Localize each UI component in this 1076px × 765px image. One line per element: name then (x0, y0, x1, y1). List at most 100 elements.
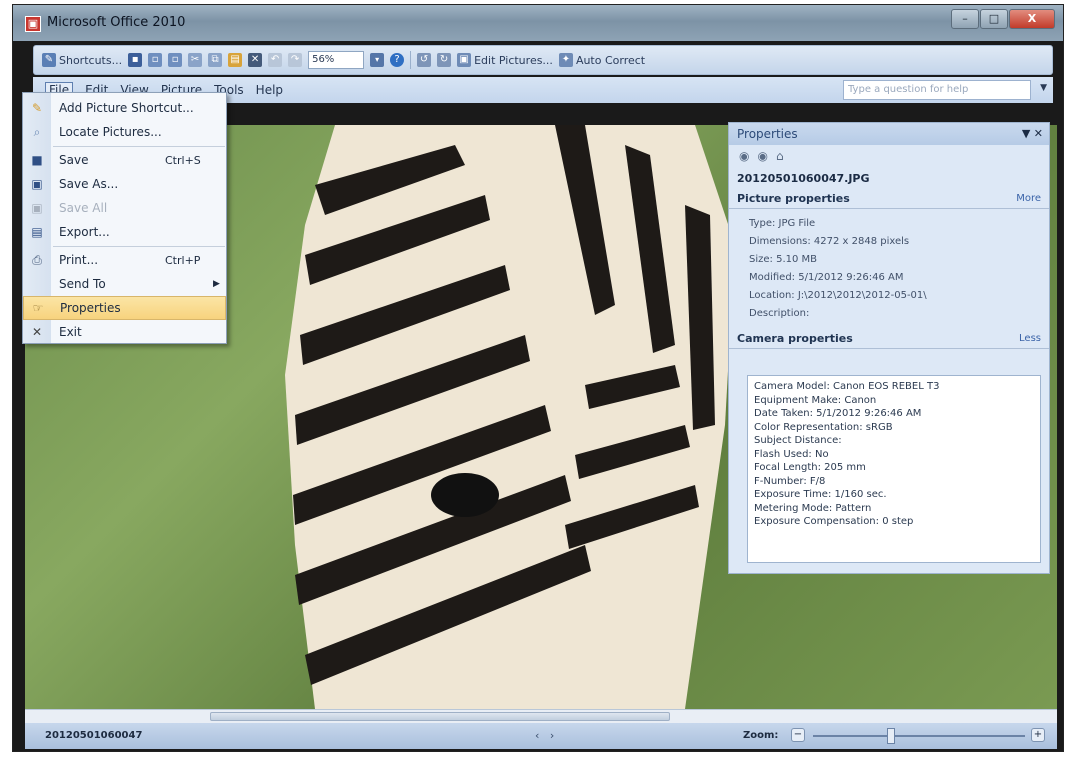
rotate-left-icon[interactable]: ↺ (417, 53, 432, 67)
help-search-input[interactable]: Type a question for help (843, 80, 1031, 100)
export-icon[interactable]: ▫ (168, 53, 183, 67)
camera-property-row: Exposure Time: 1/160 sec. (754, 489, 887, 500)
properties-pane: Properties ▼ ✕ ◉ ◉ ⌂ 20120501060047.JPG … (728, 122, 1050, 574)
menu-help[interactable]: Help (256, 83, 283, 97)
property-row: Modified: 5/1/2012 9:26:46 AM (749, 272, 904, 283)
export-icon: ▤ (31, 225, 43, 239)
print-icon: ⎙ (32, 253, 42, 267)
shortcuts-button[interactable]: ✎ Shortcuts... (42, 53, 122, 67)
camera-property-row: Date Taken: 5/1/2012 9:26:46 AM (754, 408, 922, 419)
edit-pictures-button[interactable]: ▣ Edit Pictures... (457, 53, 553, 67)
cut-icon[interactable]: ✂ (188, 53, 203, 67)
toolbar-separator (410, 51, 412, 69)
save-all-icon: ▣ (31, 201, 43, 215)
zoom-select[interactable]: 56% (308, 51, 365, 69)
zoom-in-button[interactable]: + (1031, 728, 1045, 742)
menu-locate-pictures[interactable]: ⌕ Locate Pictures... (23, 120, 226, 144)
forward-icon[interactable]: ◉ (757, 149, 767, 163)
more-link[interactable]: More (1016, 189, 1041, 209)
help-icon[interactable]: ? (390, 53, 405, 67)
navigation-arrows[interactable]: ‹ › (535, 729, 554, 742)
less-link[interactable]: Less (1019, 329, 1041, 349)
menu-item-label: Print... (59, 253, 99, 267)
menu-save[interactable]: ■ Save Ctrl+S (23, 148, 226, 172)
office-picture-manager-icon: ▣ (25, 16, 41, 32)
help-dropdown-icon[interactable]: ▼ (1040, 83, 1047, 93)
properties-header: Properties ▼ ✕ (729, 123, 1049, 145)
undo-icon[interactable]: ↶ (268, 53, 283, 67)
horizontal-scrollbar[interactable] (25, 709, 1057, 723)
exit-icon: ✕ (31, 325, 43, 339)
scrollbar-thumb[interactable] (210, 712, 670, 721)
property-row: Type: JPG File (749, 218, 816, 229)
zebra-photo (255, 125, 765, 709)
chevron-down-icon[interactable]: ▾ (370, 53, 385, 67)
add-shortcut-icon: ✎ (31, 101, 43, 115)
menu-item-label: Locate Pictures... (59, 125, 162, 139)
submenu-arrow-icon: ▶ (213, 279, 220, 289)
menu-item-label: Add Picture Shortcut... (59, 101, 194, 115)
menu-item-label: Exit (59, 325, 82, 339)
rotate-right-icon[interactable]: ↻ (437, 53, 452, 67)
camera-property-row: F-Number: F/8 (754, 475, 826, 487)
camera-properties-header: Camera properties Less (729, 329, 1049, 349)
camera-property-row: Color Representation: sRGB (754, 421, 893, 433)
menu-item-label: Save As... (59, 177, 119, 191)
save-icon[interactable]: ▪ (128, 53, 143, 67)
menu-exit[interactable]: ✕ Exit (23, 320, 226, 344)
status-bar: 20120501060047 ‹ › Zoom: − + (25, 723, 1057, 749)
property-row: Description: (749, 308, 810, 319)
edit-pictures-label: Edit Pictures... (474, 53, 553, 67)
delete-icon[interactable]: ✕ (248, 53, 263, 67)
menu-properties[interactable]: ☞ Properties (23, 296, 226, 320)
menu-item-label: Save All (59, 201, 108, 215)
import-icon[interactable]: ▫ (148, 53, 163, 67)
save-as-icon: ▣ (31, 177, 43, 191)
menu-item-label: Send To (59, 277, 106, 291)
menu-item-shortcut: Ctrl+S (165, 153, 201, 167)
menu-item-label: Save (59, 153, 89, 167)
zoom-slider-track[interactable] (813, 735, 1025, 737)
edit-pictures-icon: ▣ (457, 53, 472, 67)
menu-save-all[interactable]: ▣ Save All (23, 196, 226, 220)
home-icon[interactable]: ⌂ (776, 149, 784, 163)
menu-item-label: Export... (59, 225, 110, 239)
save-icon: ■ (31, 153, 43, 167)
menu-add-picture-shortcut[interactable]: ✎ Add Picture Shortcut... (23, 96, 226, 120)
redo-icon[interactable]: ↷ (288, 53, 303, 67)
auto-correct-label: Auto Correct (575, 53, 646, 67)
shortcuts-icon: ✎ (42, 53, 56, 67)
zoom-label: Zoom: (743, 730, 779, 741)
standard-toolbar: ✎ Shortcuts... ▪ ▫ ▫ ✂ ⧉ ▤ ✕ ↶ ↷ 56% ▾ ?… (33, 45, 1053, 75)
title-bar: ▣ Microsoft Office 2010 – □ X (13, 5, 1063, 41)
property-row: Size: 5.10 MB (749, 254, 818, 265)
close-button[interactable]: X (1009, 9, 1055, 29)
camera-property-row: Metering Mode: Pattern (754, 502, 872, 514)
menu-print[interactable]: ⎙ Print... Ctrl+P (23, 248, 226, 272)
menu-send-to[interactable]: Send To ▶ (23, 272, 226, 296)
status-filename: 20120501060047 (45, 730, 143, 741)
window-controls: – □ X (951, 9, 1055, 31)
back-icon[interactable]: ◉ (739, 149, 749, 163)
picture-properties-header: Picture properties More (729, 189, 1049, 209)
menu-export[interactable]: ▤ Export... (23, 220, 226, 244)
maximize-button[interactable]: □ (980, 9, 1008, 29)
zoom-slider-knob[interactable] (887, 728, 896, 744)
property-row: Dimensions: 4272 x 2848 pixels (749, 236, 910, 247)
file-menu: ✎ Add Picture Shortcut... ⌕ Locate Pictu… (22, 92, 227, 344)
zoom-out-button[interactable]: − (791, 728, 805, 742)
properties-title: Properties (737, 127, 798, 141)
minimize-button[interactable]: – (951, 9, 979, 29)
menu-save-as[interactable]: ▣ Save As... (23, 172, 226, 196)
auto-correct-button[interactable]: ✦ Auto Correct (558, 53, 646, 67)
camera-property-row: Camera Model: Canon EOS REBEL T3 (754, 381, 940, 392)
copy-icon[interactable]: ⧉ (208, 53, 223, 67)
properties-icon: ☞ (32, 301, 44, 315)
menu-item-label: Properties (60, 301, 121, 315)
section-title: Camera properties (737, 332, 853, 345)
pane-controls[interactable]: ▼ ✕ (1022, 123, 1043, 145)
paste-icon[interactable]: ▤ (228, 53, 243, 67)
camera-property-row: Equipment Make: Canon (754, 394, 877, 406)
section-title: Picture properties (737, 192, 850, 205)
properties-filename: 20120501060047.JPG (737, 172, 870, 185)
